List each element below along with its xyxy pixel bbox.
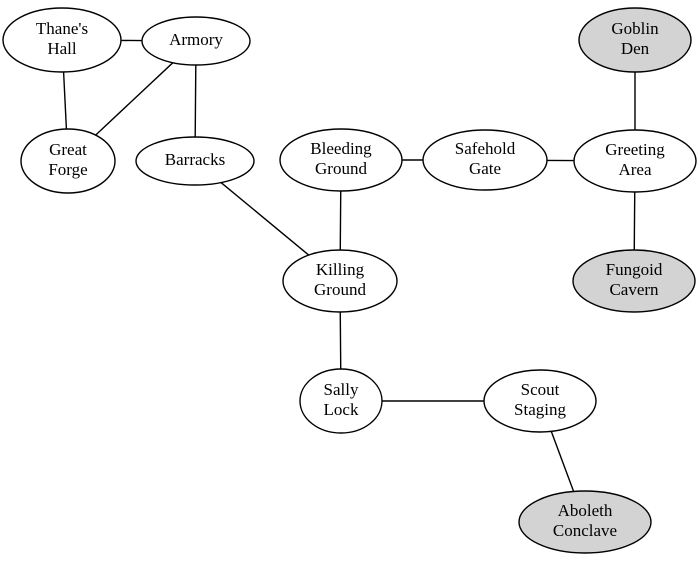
graph-canvas-container: Thane's Hall Armory Great Forge Barracks Bleed… (0, 0, 700, 563)
node-shape-sally-lock[interactable] (299, 368, 383, 434)
node-great-forge[interactable]: Great Forge (20, 128, 116, 194)
node-shape-scout-staging[interactable] (483, 369, 597, 433)
node-shape-barracks[interactable] (135, 136, 255, 186)
node-layer: Thane's Hall Armory Great Forge Barracks Bleed… (2, 7, 697, 554)
node-shape-armory[interactable] (141, 16, 251, 66)
node-shape-killing-ground[interactable] (282, 249, 398, 313)
node-shape-thanes-hall[interactable] (2, 7, 122, 73)
node-shape-aboleth-conclave[interactable] (518, 490, 652, 554)
node-scout-staging[interactable]: Scout Staging (483, 369, 597, 433)
node-armory[interactable]: Armory (141, 16, 251, 66)
node-shape-fungoid-cavern[interactable] (572, 249, 696, 313)
node-shape-greeting-area[interactable] (573, 129, 697, 193)
node-barracks[interactable]: Barracks (135, 136, 255, 186)
edge-armory-to-barracks (194, 64, 197, 138)
node-shape-goblin-den[interactable] (578, 7, 692, 73)
node-goblin-den[interactable]: Goblin Den (578, 7, 692, 73)
node-shape-safehold-gate[interactable] (422, 129, 548, 191)
node-killing-ground[interactable]: Killing Ground (282, 249, 398, 313)
node-link-diagram: Thane's Hall Armory Great Forge Barracks Bleed… (2, 7, 697, 554)
node-fungoid-cavern[interactable]: Fungoid Cavern (572, 249, 696, 313)
node-safehold-gate[interactable]: Safehold Gate (422, 129, 548, 191)
node-greeting-area[interactable]: Greeting Area (573, 129, 697, 193)
edge-scout-staging-to-aboleth-conclave (550, 430, 575, 493)
node-aboleth-conclave[interactable]: Aboleth Conclave (518, 490, 652, 554)
node-shape-bleeding-ground[interactable] (279, 128, 403, 192)
node-shape-great-forge[interactable] (20, 128, 116, 194)
edge-thanes-hall-to-great-forge (62, 71, 68, 130)
node-thanes-hall[interactable]: Thane's Hall (2, 7, 122, 73)
edge-barracks-to-killing-ground (220, 181, 310, 256)
node-bleeding-ground[interactable]: Bleeding Ground (279, 128, 403, 192)
edge-armory-to-great-forge (94, 61, 174, 136)
node-sally-lock[interactable]: Sally Lock (299, 368, 383, 434)
